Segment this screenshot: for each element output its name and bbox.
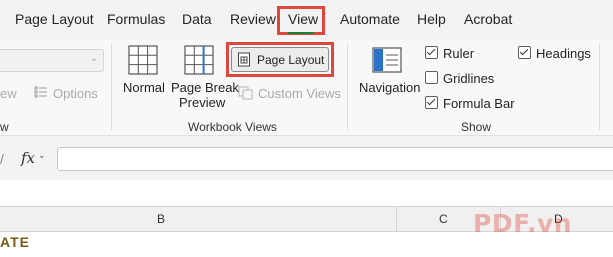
- page-layout-icon: [237, 52, 251, 72]
- custom-views-button[interactable]: Custom Views: [258, 86, 341, 101]
- group-separator: [111, 44, 112, 130]
- page-break-preview-icon: [184, 45, 214, 80]
- sheet-view-group-label: w: [0, 120, 9, 134]
- group-separator: [599, 44, 600, 130]
- column-divider: [396, 206, 397, 232]
- page-layout-button[interactable]: Page Layout: [231, 47, 329, 72]
- navigation-icon: [372, 45, 402, 80]
- name-box-divider: /: [0, 151, 4, 167]
- page-break-preview-label-1[interactable]: Page Break: [171, 80, 239, 95]
- formula-input[interactable]: [57, 147, 613, 171]
- tab-review[interactable]: Review: [230, 11, 276, 27]
- normal-view-button[interactable]: Normal: [123, 80, 165, 95]
- column-header-b[interactable]: B: [157, 212, 165, 226]
- sheet-view-options-button[interactable]: Options: [53, 86, 98, 101]
- sheet-view-dropdown[interactable]: ⌄: [0, 49, 104, 72]
- column-header-c[interactable]: C: [439, 212, 448, 226]
- cell-text[interactable]: ATE: [0, 234, 30, 250]
- normal-view-icon: [128, 45, 158, 80]
- workbook-views-group-label: Workbook Views: [188, 120, 277, 134]
- tab-acrobat[interactable]: Acrobat: [464, 11, 512, 27]
- sheet-view-new-partial[interactable]: ew: [0, 86, 17, 101]
- ruler-checkbox[interactable]: [425, 46, 438, 59]
- page-layout-label: Page Layout: [257, 53, 325, 67]
- ruler-label: Ruler: [443, 46, 475, 61]
- options-icon: [34, 85, 48, 104]
- headings-label: Headings: [536, 46, 591, 61]
- headings-checkbox[interactable]: [518, 46, 531, 59]
- chevron-down-icon[interactable]: ⌄: [38, 150, 46, 161]
- active-tab-indicator: [288, 32, 314, 34]
- tab-help[interactable]: Help: [417, 11, 446, 27]
- tab-view[interactable]: View: [288, 11, 318, 27]
- chevron-down-icon: ⌄: [90, 53, 99, 64]
- group-separator: [347, 44, 348, 130]
- tab-data[interactable]: Data: [182, 11, 212, 27]
- formula-bar-checkbox[interactable]: [425, 96, 438, 109]
- show-group-label: Show: [461, 120, 492, 134]
- gridlines-label: Gridlines: [443, 71, 495, 86]
- gridlines-checkbox[interactable]: [425, 71, 438, 84]
- formula-bar-label: Formula Bar: [443, 96, 515, 111]
- page-break-preview-label-2[interactable]: Preview: [179, 95, 225, 110]
- tab-page-layout[interactable]: Page Layout: [15, 11, 94, 27]
- custom-views-icon: [238, 86, 253, 105]
- tab-automate[interactable]: Automate: [340, 11, 400, 27]
- insert-function-button[interactable]: fx: [21, 149, 35, 167]
- tab-formulas[interactable]: Formulas: [107, 11, 165, 27]
- watermark: PDF.vn: [473, 209, 573, 238]
- navigation-button[interactable]: Navigation: [359, 80, 420, 95]
